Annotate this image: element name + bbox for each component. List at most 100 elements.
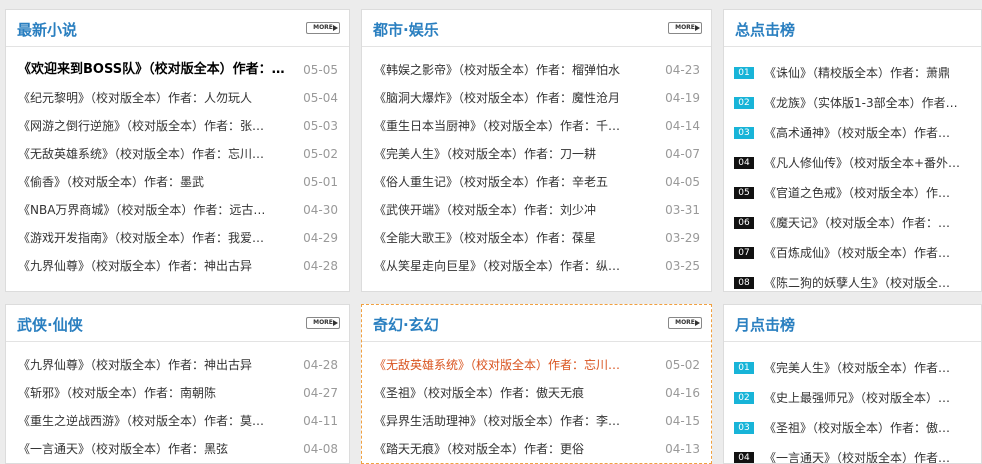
ranking-item[interactable]: 02 《史上最强师兄》（校对版全本）… <box>724 383 981 413</box>
novel-link[interactable]: 《高术通神》（校对版全本）作者… <box>764 118 977 148</box>
panel-total-clicks: 总点击榜 01 《诛仙》（精校版全本）作者：萧鼎 02 《龙族》（实体版1-3部全本… <box>723 9 982 292</box>
novel-link[interactable]: 《NBA万界商城》（校对版全本）作者：远古… <box>18 196 293 224</box>
novel-link[interactable]: 《武侠开端》（校对版全本）作者：刘少冲 <box>374 196 655 224</box>
update-date: 04-19 <box>665 91 700 105</box>
novel-link[interactable]: 《一言通天》（校对版全本）作者：黑弦 <box>18 435 293 463</box>
novel-link[interactable]: 《诛仙》（精校版全本）作者：萧鼎 <box>764 58 977 88</box>
novel-link[interactable]: 《纪元黎明》（校对版全本）作者：人勿玩人 <box>18 84 293 112</box>
novel-link[interactable]: 《异界生活助理神》（校对版全本）作者：李… <box>374 407 655 435</box>
panel-title[interactable]: 武侠·仙侠 <box>17 314 83 335</box>
panel-title[interactable]: 都市·娱乐 <box>373 19 439 40</box>
panel-title[interactable]: 奇幻·玄幻 <box>373 314 439 335</box>
list-item[interactable]: 《网游之倒行逆施》（校对版全本）作者：张… 05-03 <box>6 112 349 140</box>
novel-link[interactable]: 《游戏开发指南》（校对版全本）作者：我爱… <box>18 224 293 252</box>
novel-link[interactable]: 《圣祖》（校对版全本）作者：傲天无痕 <box>374 379 655 407</box>
update-date: 05-03 <box>303 119 338 133</box>
list-item[interactable]: 《武侠开端》（校对版全本）作者：刘少冲 03-31 <box>362 196 711 224</box>
novel-link[interactable]: 《韩娱之影帝》（校对版全本）作者：榴弹怕水 <box>374 56 655 84</box>
novel-link[interactable]: 《脑洞大爆炸》（校对版全本）作者：魔性沧月 <box>374 84 655 112</box>
update-date: 03-25 <box>665 259 700 273</box>
list-item[interactable]: 《圣祖》（校对版全本）作者：傲天无痕 04-16 <box>362 379 711 407</box>
list-item[interactable]: 《无敌英雄系统》（校对版全本）作者：忘川… 05-02 <box>6 140 349 168</box>
list-item[interactable]: 《重生日本当厨神》（校对版全本）作者：千… 04-14 <box>362 112 711 140</box>
novel-link[interactable]: 《魔天记》（校对版全本）作者：… <box>764 208 977 238</box>
ranking-item[interactable]: 01 《完美人生》（校对版全本）作者… <box>724 353 981 383</box>
list-item[interactable]: 《一言通天》（校对版全本）作者：黑弦 04-08 <box>6 435 349 463</box>
list-item[interactable]: 《完美人生》（校对版全本）作者：刀一耕 04-07 <box>362 140 711 168</box>
novel-link[interactable]: 《无敌英雄系统》（校对版全本）作者：忘川… <box>18 140 293 168</box>
ranking-item[interactable]: 08 《陈二狗的妖孽人生》（校对版全… <box>724 268 981 291</box>
novel-link[interactable]: 《官道之色戒》（校对版全本）作… <box>764 178 977 208</box>
list-item[interactable]: 《异界生活助理神》（校对版全本）作者：李… 04-15 <box>362 407 711 435</box>
list-item[interactable]: 《九界仙尊》（校对版全本）作者：神出古异 04-28 <box>6 351 349 379</box>
list-item[interactable]: 《欢迎来到BOSS队》（校对版全本）作者：… 05-05 <box>6 56 349 84</box>
ranking-list: 01 《完美人生》（校对版全本）作者… 02 《史上最强师兄》（校对版全本）… 03… <box>724 353 981 463</box>
novel-link[interactable]: 《九界仙尊》（校对版全本）作者：神出古异 <box>18 351 293 379</box>
ranking-item[interactable]: 02 《龙族》（实体版1-3部全本）作者… <box>724 88 981 118</box>
novel-link[interactable]: 《一言通天》（校对版全本）作者… <box>764 443 977 463</box>
list-item[interactable]: 《无敌英雄系统》（校对版全本）作者：忘川… 05-02 <box>362 351 711 379</box>
novel-link[interactable]: 《重生日本当厨神》（校对版全本）作者：千… <box>374 112 655 140</box>
list-item[interactable]: 《重生之逆战西游》（校对版全本）作者：莫… 04-11 <box>6 407 349 435</box>
list-item[interactable]: 《九界仙尊》（校对版全本）作者：神出古异 04-28 <box>6 252 349 280</box>
rank-badge: 01 <box>734 67 754 79</box>
novel-list: 《韩娱之影帝》（校对版全本）作者：榴弹怕水 04-23 《脑洞大爆炸》（校对版全本… <box>362 56 711 280</box>
novel-link[interactable]: 《九界仙尊》（校对版全本）作者：神出古异 <box>18 252 293 280</box>
novel-link[interactable]: 《重生之逆战西游》（校对版全本）作者：莫… <box>18 407 293 435</box>
panel-wuxia: 武侠·仙侠 MORE 《九界仙尊》（校对版全本）作者：神出古异 04-28 《斩邪… <box>5 304 350 464</box>
novel-link[interactable]: 《网游之倒行逆施》（校对版全本）作者：张… <box>18 112 293 140</box>
update-date: 04-30 <box>303 203 338 217</box>
more-button[interactable]: MORE <box>306 22 340 34</box>
ranking-item[interactable]: 03 《圣祖》（校对版全本）作者：傲… <box>724 413 981 443</box>
novel-link[interactable]: 《踏天无痕》（校对版全本）作者：更俗 <box>374 435 655 463</box>
list-item[interactable]: 《游戏开发指南》（校对版全本）作者：我爱… 04-29 <box>6 224 349 252</box>
list-item[interactable]: 《NBA万界商城》（校对版全本）作者：远古… 04-30 <box>6 196 349 224</box>
list-item[interactable]: 《俗人重生记》（校对版全本）作者：辛老五 04-05 <box>362 168 711 196</box>
novel-list: 《九界仙尊》（校对版全本）作者：神出古异 04-28 《斩邪》（校对版全本）作者：… <box>6 351 349 463</box>
novel-link[interactable]: 《凡人修仙传》（校对版全本+番外… <box>764 148 977 178</box>
ranking-item[interactable]: 04 《凡人修仙传》（校对版全本+番外… <box>724 148 981 178</box>
novel-link[interactable]: 《完美人生》（校对版全本）作者… <box>764 353 977 383</box>
novel-link[interactable]: 《欢迎来到BOSS队》（校对版全本）作者：… <box>18 56 293 84</box>
more-button[interactable]: MORE <box>306 317 340 329</box>
list-item[interactable]: 《脑洞大爆炸》（校对版全本）作者：魔性沧月 04-19 <box>362 84 711 112</box>
novel-list: 《欢迎来到BOSS队》（校对版全本）作者：… 05-05 《纪元黎明》（校对版全本… <box>6 56 349 280</box>
novel-link[interactable]: 《百炼成仙》（校对版全本）作者… <box>764 238 977 268</box>
novel-link[interactable]: 《无敌英雄系统》（校对版全本）作者：忘川… <box>374 351 655 379</box>
update-date: 04-07 <box>665 147 700 161</box>
rank-badge: 07 <box>734 247 754 259</box>
novel-link[interactable]: 《龙族》（实体版1-3部全本）作者… <box>764 88 977 118</box>
list-item[interactable]: 《踏天无痕》（校对版全本）作者：更俗 04-13 <box>362 435 711 463</box>
ranking-item[interactable]: 03 《高术通神》（校对版全本）作者… <box>724 118 981 148</box>
list-item[interactable]: 《从笑星走向巨星》（校对版全本）作者：纵… 03-25 <box>362 252 711 280</box>
rank-badge: 06 <box>734 217 754 229</box>
novel-link[interactable]: 《完美人生》（校对版全本）作者：刀一耕 <box>374 140 655 168</box>
rank-badge: 05 <box>734 187 754 199</box>
ranking-item[interactable]: 05 《官道之色戒》（校对版全本）作… <box>724 178 981 208</box>
ranking-item[interactable]: 06 《魔天记》（校对版全本）作者：… <box>724 208 981 238</box>
update-date: 04-28 <box>303 358 338 372</box>
update-date: 04-13 <box>665 442 700 456</box>
panel-title[interactable]: 最新小说 <box>17 19 77 40</box>
more-button[interactable]: MORE <box>668 22 702 34</box>
novel-link[interactable]: 《从笑星走向巨星》（校对版全本）作者：纵… <box>374 252 655 280</box>
panel-header: 总点击榜 <box>724 10 981 47</box>
rank-badge: 03 <box>734 127 754 139</box>
list-item[interactable]: 《全能大歌王》（校对版全本）作者：葆星 03-29 <box>362 224 711 252</box>
list-item[interactable]: 《偷香》（校对版全本）作者：墨武 05-01 <box>6 168 349 196</box>
list-item[interactable]: 《纪元黎明》（校对版全本）作者：人勿玩人 05-04 <box>6 84 349 112</box>
novel-link[interactable]: 《陈二狗的妖孽人生》（校对版全… <box>764 268 977 291</box>
novel-link[interactable]: 《史上最强师兄》（校对版全本）… <box>764 383 977 413</box>
rank-badge: 01 <box>734 362 754 374</box>
list-item[interactable]: 《斩邪》（校对版全本）作者：南朝陈 04-27 <box>6 379 349 407</box>
novel-link[interactable]: 《斩邪》（校对版全本）作者：南朝陈 <box>18 379 293 407</box>
novel-link[interactable]: 《圣祖》（校对版全本）作者：傲… <box>764 413 977 443</box>
ranking-item[interactable]: 07 《百炼成仙》（校对版全本）作者… <box>724 238 981 268</box>
novel-link[interactable]: 《俗人重生记》（校对版全本）作者：辛老五 <box>374 168 655 196</box>
ranking-item[interactable]: 01 《诛仙》（精校版全本）作者：萧鼎 <box>724 58 981 88</box>
more-button[interactable]: MORE <box>668 317 702 329</box>
novel-link[interactable]: 《偷香》（校对版全本）作者：墨武 <box>18 168 293 196</box>
novel-link[interactable]: 《全能大歌王》（校对版全本）作者：葆星 <box>374 224 655 252</box>
list-item[interactable]: 《韩娱之影帝》（校对版全本）作者：榴弹怕水 04-23 <box>362 56 711 84</box>
ranking-item[interactable]: 04 《一言通天》（校对版全本）作者… <box>724 443 981 463</box>
